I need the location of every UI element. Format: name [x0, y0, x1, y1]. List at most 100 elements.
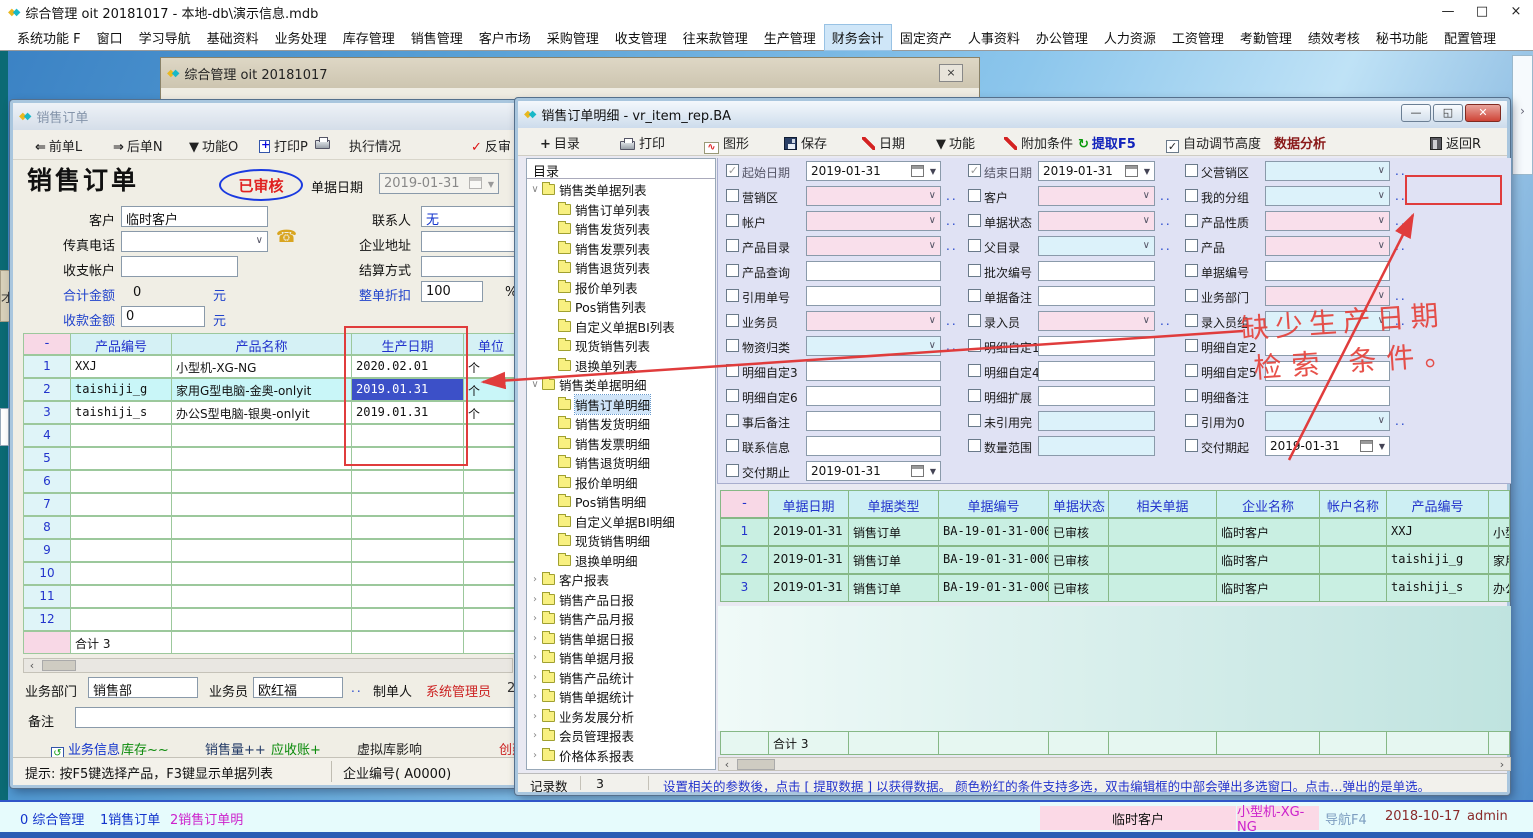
tree-item-label[interactable]: 销售订单列表 [575, 200, 650, 219]
toolbar-button[interactable]: ▼功能 [936, 133, 975, 152]
grid-row-number[interactable]: 2 [23, 378, 71, 401]
filter-checkbox[interactable] [726, 189, 739, 202]
filter-combo[interactable] [1038, 211, 1155, 231]
grid-row-number[interactable]: 5 [23, 447, 71, 470]
tree-item-label[interactable]: 报价单列表 [575, 278, 638, 297]
filter-checkbox[interactable] [726, 389, 739, 402]
tree-item-label[interactable]: 销售单据日报 [559, 629, 634, 648]
result-cell[interactable]: 销售订单 [848, 546, 939, 574]
menu-item[interactable]: 工资管理 [1165, 25, 1231, 50]
filter-checkbox[interactable] [968, 214, 981, 227]
result-cell[interactable]: BA-19-01-31-0001 [938, 546, 1049, 574]
grid-cell[interactable] [70, 447, 172, 470]
grid-cell[interactable] [463, 585, 519, 608]
menu-item[interactable]: 配置管理 [1437, 25, 1503, 50]
filter-field[interactable] [806, 361, 941, 381]
grid-cell[interactable] [351, 585, 464, 608]
settle-field[interactable] [421, 256, 515, 277]
tree-item-label[interactable]: 退换单明细 [575, 551, 638, 570]
toolbar-button[interactable]: +目录 [540, 133, 580, 152]
toolbar-button[interactable]: 自动调节高度 [1166, 133, 1261, 153]
menu-item[interactable]: 秘书功能 [1369, 25, 1435, 50]
taskbar-item[interactable]: 2销售订单明 [170, 809, 243, 828]
filter-checkbox[interactable] [1185, 389, 1198, 402]
salesman-picker-dots[interactable] [351, 681, 363, 695]
toolbar-button[interactable]: ∿图形 [704, 133, 749, 154]
tree-item-label[interactable]: 销售单据月报 [559, 648, 634, 667]
filter-field[interactable] [1038, 411, 1155, 431]
filter-picker-dots[interactable] [946, 239, 958, 253]
tree-item[interactable]: 销售发货明细 [545, 414, 650, 433]
tree-item[interactable]: ›销售单据日报 [529, 629, 634, 648]
menu-item[interactable]: 库存管理 [336, 25, 402, 50]
calendar-icon[interactable] [1360, 440, 1373, 452]
result-row-number[interactable]: 1 [720, 518, 769, 546]
tree-expander-icon[interactable]: ∨ [529, 379, 541, 390]
bgwin-close-icon[interactable]: × [939, 64, 963, 82]
filter-picker-dots[interactable] [946, 339, 958, 353]
grid-cell[interactable] [70, 424, 172, 447]
grid-cell[interactable] [70, 470, 172, 493]
tree-item[interactable]: 现货销售明细 [545, 531, 650, 550]
grid-cell[interactable] [70, 539, 172, 562]
grid-cell[interactable] [171, 562, 352, 585]
tree-expander-icon[interactable]: ∨ [529, 184, 541, 195]
tree-item-label[interactable]: 销售发票明细 [575, 434, 650, 453]
menu-item[interactable]: 系统功能 F [10, 25, 88, 50]
filter-picker-dots[interactable] [1160, 214, 1172, 228]
tree-expander-icon[interactable]: › [529, 672, 541, 683]
scroll-thumb[interactable] [42, 660, 76, 671]
tree-item[interactable]: 销售退货列表 [545, 258, 650, 277]
grid-row-number[interactable]: 9 [23, 539, 71, 562]
grid-cell[interactable]: taishiji_g [70, 378, 172, 401]
filter-field[interactable] [1038, 286, 1155, 306]
filter-picker-dots[interactable] [1395, 314, 1407, 328]
detail-close-icon[interactable]: ✕ [1465, 104, 1501, 122]
result-cell[interactable] [1319, 574, 1387, 602]
menu-item[interactable]: 财务会计 [825, 25, 891, 50]
toolbar-button[interactable]: ⇒后单N [113, 136, 163, 155]
grid-row-number[interactable]: 3 [23, 401, 71, 424]
filter-checkbox[interactable] [968, 389, 981, 402]
result-cell[interactable]: 已审核 [1048, 546, 1109, 574]
filter-picker-dots[interactable] [946, 214, 958, 228]
tree-item-label[interactable]: Pos销售列表 [575, 297, 646, 316]
detail-restore-icon[interactable]: ◱ [1433, 104, 1463, 122]
close-icon[interactable]: × [1499, 0, 1533, 24]
menu-item[interactable]: 人事资料 [961, 25, 1027, 50]
menu-item[interactable]: 采购管理 [540, 25, 606, 50]
tree-item-label[interactable]: 报价单明细 [575, 473, 638, 492]
tree-item-label[interactable]: 销售产品月报 [559, 609, 634, 628]
scroll-right-icon[interactable]: › [1494, 758, 1510, 770]
menu-item[interactable]: 生产管理 [757, 25, 823, 50]
filter-picker-dots[interactable] [1160, 189, 1172, 203]
filter-combo[interactable] [806, 336, 941, 356]
order-hscrollbar[interactable]: ‹ [23, 658, 513, 673]
grid-row-number[interactable]: 4 [23, 424, 71, 447]
result-header[interactable]: 单据类型 [848, 490, 939, 518]
tree-expander-icon[interactable]: › [529, 691, 541, 702]
filter-combo[interactable] [806, 186, 941, 206]
result-cell[interactable]: XXJ [1386, 518, 1489, 546]
filter-checkbox[interactable] [1185, 164, 1198, 177]
grid-cell[interactable]: taishiji_s [70, 401, 172, 424]
filter-date-field[interactable]: 2019-01-31▼ [806, 461, 941, 481]
tree-item-label[interactable]: 现货销售明细 [575, 531, 650, 550]
tree-item-label[interactable]: 自定义单据BI列表 [575, 317, 675, 336]
filter-combo[interactable] [806, 311, 941, 331]
tree-item[interactable]: ›销售单据月报 [529, 648, 634, 667]
toolbar-button[interactable] [315, 136, 334, 151]
tree-item[interactable]: 现货销售列表 [545, 336, 650, 355]
minimize-icon[interactable]: — [1431, 0, 1465, 24]
toolbar-button[interactable]: 附加条件 [1004, 133, 1073, 152]
tree-item-label[interactable]: 销售产品日报 [559, 590, 634, 609]
menu-item[interactable]: 基础资料 [200, 25, 266, 50]
result-cell[interactable]: taishiji_s [1386, 574, 1489, 602]
filter-field[interactable] [806, 386, 941, 406]
filter-checkbox[interactable] [726, 214, 739, 227]
tree-item-label[interactable]: 销售类单据明细 [559, 375, 647, 394]
tree-item-label[interactable]: 会员管理报表 [559, 726, 634, 745]
result-cell[interactable] [1108, 574, 1217, 602]
tree-item-label[interactable]: 现货销售列表 [575, 336, 650, 355]
grid-cell[interactable] [70, 562, 172, 585]
